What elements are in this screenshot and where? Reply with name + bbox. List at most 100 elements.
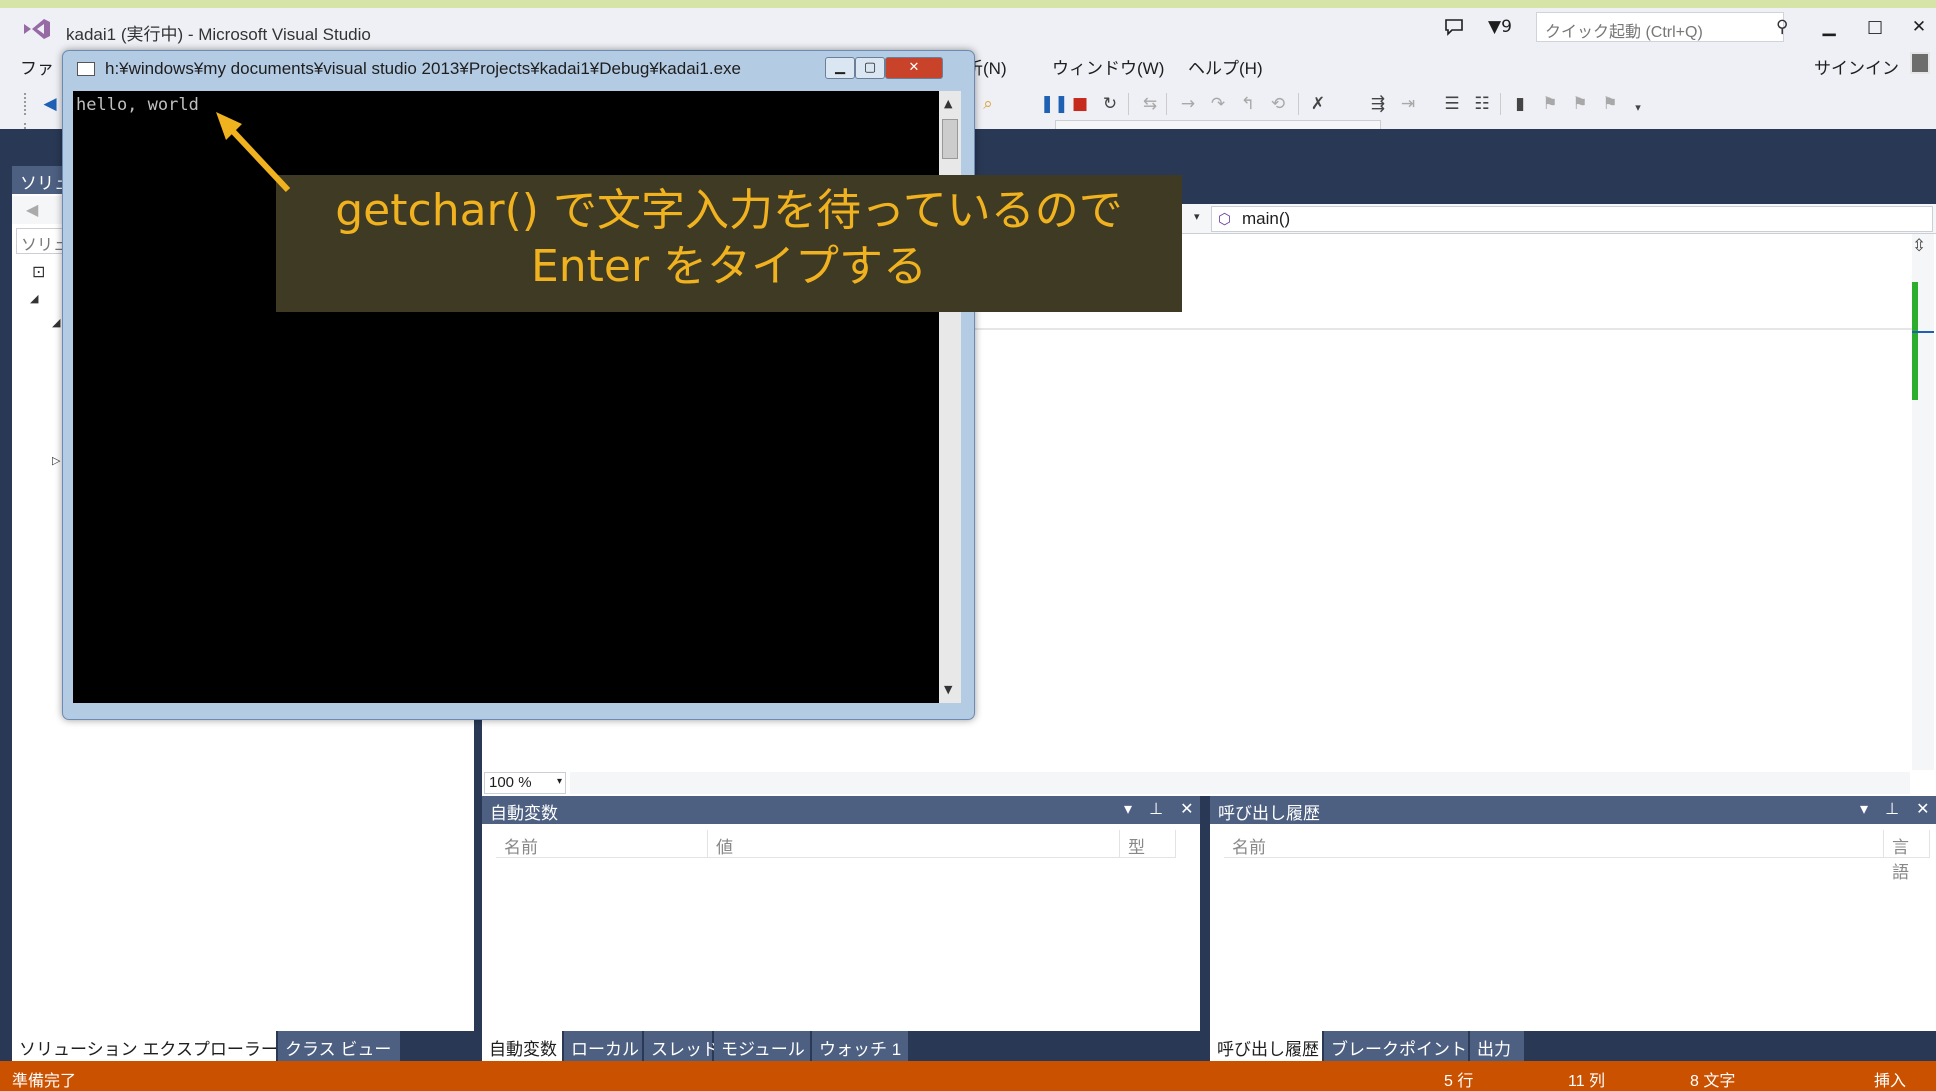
- scroll-up-icon[interactable]: ▲: [944, 97, 952, 110]
- minimize-button[interactable]: ▁: [1812, 13, 1846, 41]
- dropdown-icon[interactable]: ▾: [1860, 799, 1868, 818]
- column-language[interactable]: 言語: [1884, 830, 1930, 882]
- annotation-text: getchar() で文字入力を待っているので Enter をタイプする: [335, 185, 1123, 292]
- signin-link[interactable]: サインイン: [1814, 54, 1899, 79]
- solution-icon: ⊡: [32, 262, 46, 281]
- tab-class-view[interactable]: クラス ビュー: [278, 1031, 400, 1061]
- step-over-icon[interactable]: ↷: [1206, 92, 1230, 116]
- clear-bookmarks-icon[interactable]: ⚑: [1598, 92, 1622, 116]
- column-name[interactable]: 名前: [496, 830, 708, 858]
- thread-icon[interactable]: ⇶: [1366, 92, 1390, 116]
- zoom-value: 100 %: [489, 774, 532, 791]
- feedback-icon[interactable]: [1443, 17, 1465, 37]
- status-column: 11 列: [1568, 1073, 1606, 1090]
- dropdown-icon[interactable]: ▾: [1124, 799, 1132, 818]
- method-icon: ⬡: [1218, 211, 1232, 228]
- visual-studio-window: kadai1 (実行中) - Microsoft Visual Studio ▼…: [0, 8, 1936, 1091]
- toolbar-overflow-icon[interactable]: ▾: [1626, 96, 1650, 120]
- restart-icon[interactable]: ↻: [1098, 92, 1122, 116]
- stop-debugging-icon[interactable]: ■: [1068, 92, 1092, 116]
- hex-display-icon[interactable]: ✗: [1306, 92, 1330, 116]
- show-next-statement-icon[interactable]: ⇆: [1138, 92, 1162, 116]
- console-maximize-button[interactable]: ▢: [855, 57, 885, 79]
- close-button[interactable]: ✕: [1902, 13, 1936, 41]
- chevron-down-icon: ▾: [556, 776, 562, 787]
- zoom-select[interactable]: 100 % ▾: [484, 772, 566, 794]
- column-value[interactable]: 値: [708, 830, 1120, 858]
- uncomment-icon[interactable]: ☷: [1470, 92, 1494, 116]
- toolbar-grip[interactable]: [24, 93, 29, 115]
- expand-arrow-icon[interactable]: ◢: [52, 316, 60, 329]
- prev-bookmark-icon[interactable]: ⚑: [1538, 92, 1562, 116]
- notification-count: 9: [1501, 17, 1512, 37]
- pin-icon[interactable]: ⊥: [1149, 799, 1163, 818]
- console-window[interactable]: h:¥windows¥my documents¥visual studio 20…: [62, 50, 975, 720]
- scroll-thumb[interactable]: [942, 119, 958, 159]
- tab-locals[interactable]: ローカル: [564, 1031, 642, 1061]
- panel-controls: ▾ ⊥ ✕: [1860, 799, 1930, 818]
- toolbar-separator: [1166, 93, 1167, 115]
- column-type[interactable]: 型: [1120, 830, 1176, 858]
- collapse-arrow-icon[interactable]: ▷: [52, 454, 60, 467]
- close-icon[interactable]: ✕: [1916, 799, 1929, 818]
- window-title: kadai1 (実行中) - Microsoft Visual Studio: [66, 25, 371, 44]
- annotation-callout: getchar() で文字入力を待っているので Enter をタイプする: [276, 175, 1182, 312]
- close-icon[interactable]: ✕: [1180, 799, 1193, 818]
- notification-flag-icon[interactable]: ▼9: [1488, 17, 1512, 37]
- toolbar-separator: [1128, 93, 1129, 115]
- maximize-button[interactable]: □: [1858, 13, 1892, 41]
- visual-studio-logo-icon: [24, 19, 50, 39]
- menu-help[interactable]: ヘルプ(H): [1188, 54, 1263, 79]
- next-bookmark-icon[interactable]: ⚑: [1568, 92, 1592, 116]
- console-app-icon: [77, 62, 95, 76]
- status-insert-mode: 挿入: [1874, 1073, 1907, 1090]
- comment-icon[interactable]: ☰: [1440, 92, 1464, 116]
- tab-call-stack[interactable]: 呼び出し履歴: [1210, 1031, 1322, 1061]
- callstack-panel: 呼び出し履歴 ▾ ⊥ ✕ 名前 言語: [1210, 796, 1936, 1031]
- hot-reload-icon[interactable]: ⟲: [1266, 92, 1290, 116]
- title-bar: kadai1 (実行中) - Microsoft Visual Studio ▼…: [0, 8, 1936, 48]
- tab-solution-explorer[interactable]: ソリューション エクスプローラー: [12, 1031, 278, 1061]
- user-avatar-icon[interactable]: [1910, 52, 1930, 74]
- console-title: h:¥windows¥my documents¥visual studio 20…: [105, 59, 742, 78]
- column-name[interactable]: 名前: [1224, 830, 1884, 858]
- back-icon[interactable]: ◀: [26, 200, 38, 219]
- indent-icon[interactable]: ⇥: [1396, 92, 1420, 116]
- tab-output[interactable]: 出力: [1470, 1031, 1524, 1061]
- search-icon[interactable]: ⚲: [1776, 17, 1788, 37]
- autos-panel: 自動変数 ▾ ⊥ ✕ 名前 値 型: [482, 796, 1200, 1031]
- tab-autos[interactable]: 自動変数: [482, 1031, 562, 1061]
- toolbar-separator: [1298, 93, 1299, 115]
- change-tracking-bar: [1912, 282, 1918, 400]
- panel-controls: ▾ ⊥ ✕: [1124, 799, 1194, 818]
- find-icon[interactable]: ⌕: [976, 92, 1000, 116]
- break-all-icon[interactable]: ❚❚: [1040, 92, 1069, 116]
- status-char: 8 文字: [1690, 1073, 1736, 1090]
- menu-file[interactable]: ファ: [20, 54, 54, 79]
- tab-breakpoints[interactable]: ブレークポイント: [1324, 1031, 1468, 1061]
- tab-threads[interactable]: スレッド: [644, 1031, 719, 1061]
- callstack-panel-title: 呼び出し履歴: [1210, 796, 1936, 824]
- tab-watch-1[interactable]: ウォッチ 1: [812, 1031, 908, 1061]
- split-window-icon[interactable]: ⇳: [1912, 236, 1926, 256]
- tab-modules[interactable]: モジュール: [714, 1031, 810, 1061]
- scope-dropdown-icon[interactable]: ▾: [1194, 210, 1200, 223]
- step-out-icon[interactable]: ↰: [1236, 92, 1260, 116]
- step-into-icon[interactable]: →: [1176, 92, 1200, 116]
- bookmark-icon[interactable]: ▮: [1508, 92, 1532, 116]
- function-select[interactable]: ⬡ main(): [1211, 206, 1933, 232]
- autos-panel-title: 自動変数: [482, 796, 1200, 824]
- pin-icon[interactable]: ⊥: [1885, 799, 1899, 818]
- status-bar: 準備完了 5 行 11 列 8 文字 挿入: [0, 1061, 1936, 1091]
- console-minimize-button[interactable]: ▁: [825, 57, 855, 79]
- expand-arrow-icon[interactable]: ◢: [30, 292, 38, 305]
- scroll-down-icon[interactable]: ▼: [944, 683, 952, 696]
- function-name: main(): [1242, 209, 1291, 228]
- console-close-button[interactable]: ✕: [885, 57, 943, 79]
- quick-launch-input[interactable]: クイック起動 (Ctrl+Q): [1536, 12, 1784, 42]
- back-icon[interactable]: ◀: [38, 92, 62, 116]
- menu-window[interactable]: ウィンドウ(W): [1052, 54, 1164, 79]
- editor-horizontal-scrollbar[interactable]: [570, 772, 1910, 794]
- scroll-position-marker: [1912, 331, 1934, 333]
- status-line: 5 行: [1444, 1073, 1474, 1090]
